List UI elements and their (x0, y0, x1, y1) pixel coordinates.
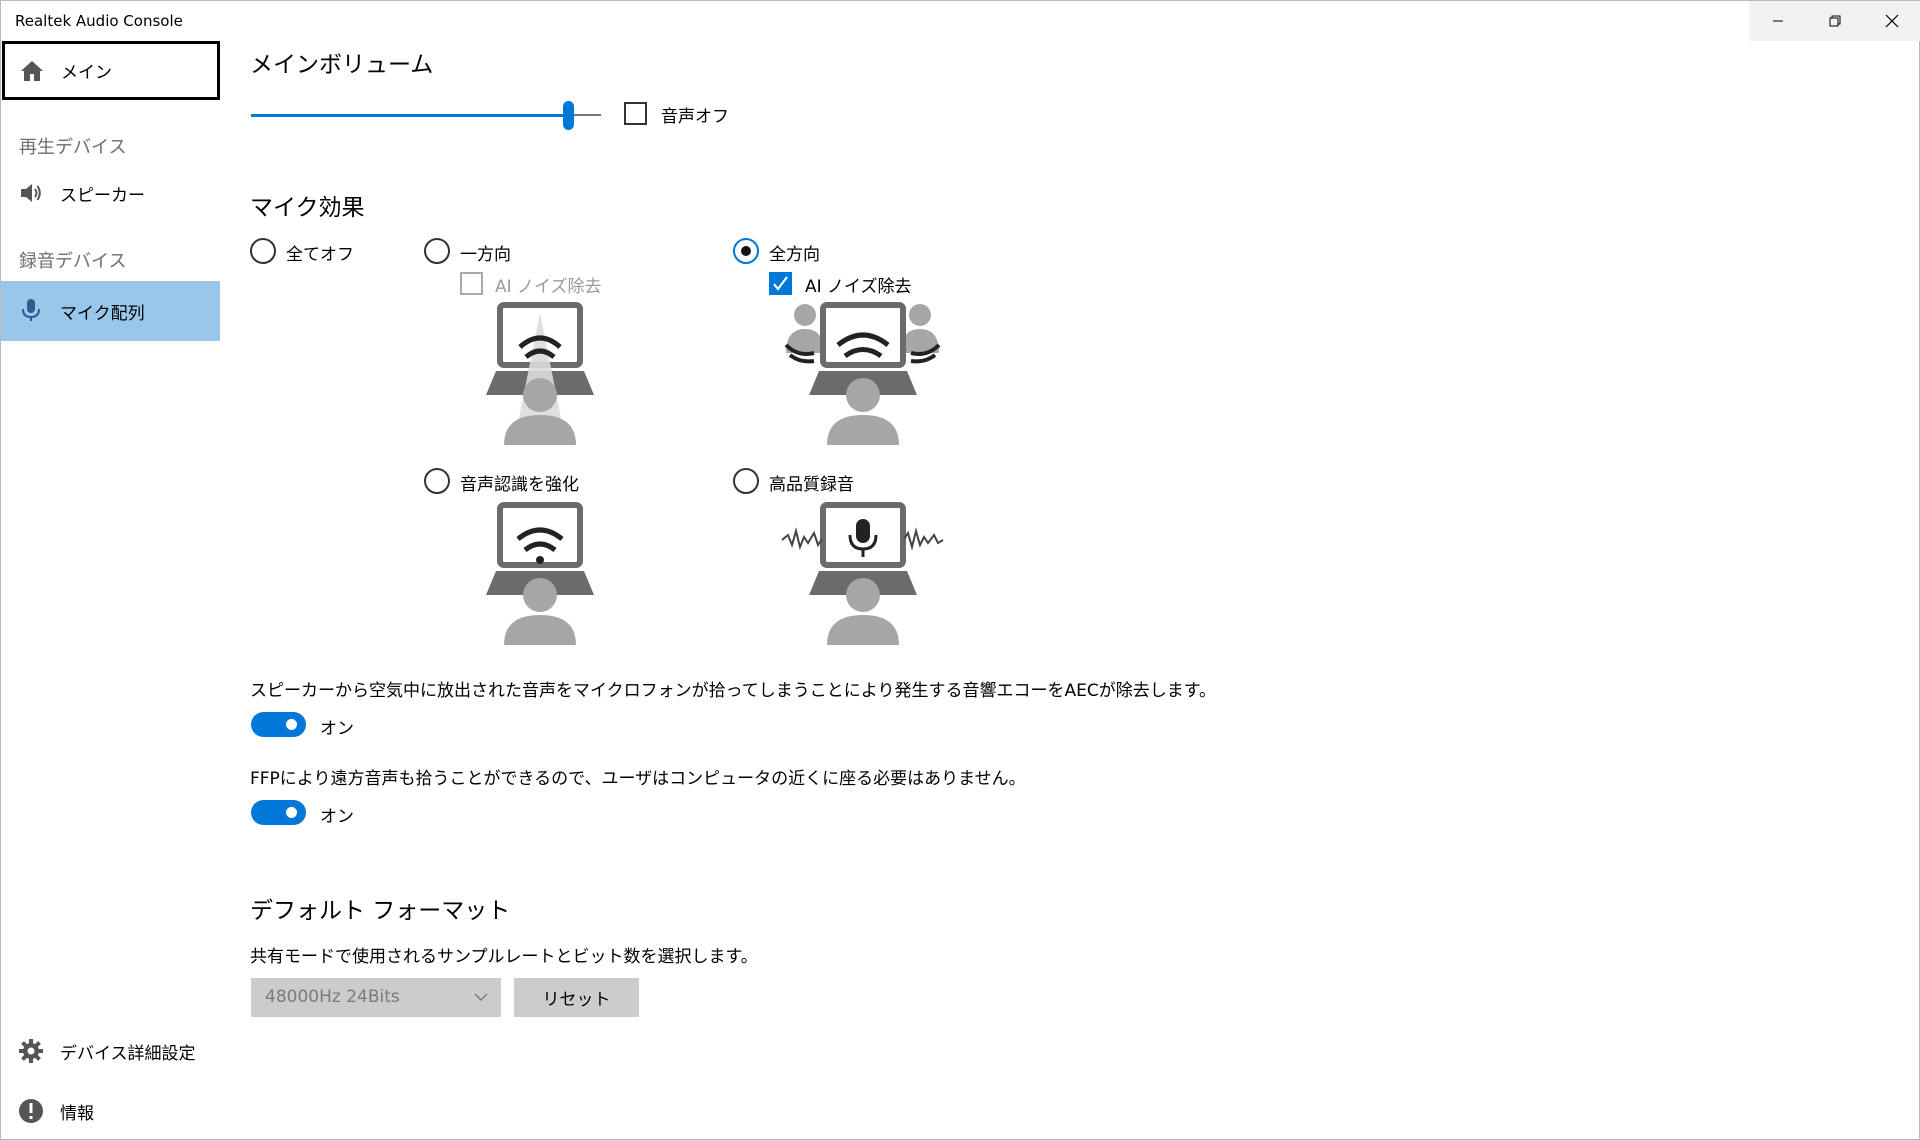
ffp-toggle[interactable] (251, 800, 306, 825)
ffp-description: FFPにより遠方音声も拾うことができるので、ユーザはコンピュータの近くに座る必要… (250, 769, 1026, 789)
directional-ai-noise-checkbox[interactable] (460, 272, 483, 295)
mic-effects-title: マイク効果 (250, 195, 365, 221)
radio-high-quality-label: 高品質録音 (769, 475, 854, 495)
slider-thumb[interactable] (563, 101, 574, 130)
aec-toggle-label: オン (320, 719, 354, 739)
mute-label: 音声オフ (661, 107, 729, 127)
speaker-icon (21, 184, 41, 202)
mute-checkbox[interactable] (624, 102, 647, 125)
format-select-value: 48000Hz 24Bits (265, 987, 400, 1007)
ffp-toggle-label: オン (320, 807, 354, 827)
title-bar: Realtek Audio Console (1, 1, 1920, 41)
sidebar: メイン 再生デバイス スピーカー 録音デバイス マイク配列 デバイス詳細設定 情… (1, 41, 220, 1139)
default-format-title: デフォルト フォーマット (250, 898, 511, 924)
sidebar-item-label: スピーカー (60, 186, 145, 206)
directional-illustration (486, 302, 594, 445)
high-quality-illustration (781, 502, 944, 645)
format-select[interactable]: 48000Hz 24Bits (251, 978, 501, 1017)
checkmark-icon (773, 276, 788, 291)
omni-illustration (784, 302, 941, 445)
minimize-icon (1772, 20, 1783, 22)
speech-enhance-illustration (486, 502, 594, 645)
radio-all-off[interactable] (250, 238, 276, 264)
omni-ai-noise-label: AI ノイズ除去 (805, 277, 912, 297)
main-volume-title: メインボリューム (250, 52, 434, 78)
radio-directional[interactable] (424, 238, 450, 264)
microphone-icon (22, 299, 40, 321)
sidebar-item-label: デバイス詳細設定 (60, 1044, 196, 1064)
sidebar-item-mic-array[interactable]: マイク配列 (1, 281, 220, 341)
radio-high-quality[interactable] (733, 468, 759, 494)
sidebar-section-playback: 再生デバイス (19, 137, 127, 158)
sidebar-item-label: メイン (61, 63, 112, 83)
omni-ai-noise-checkbox[interactable] (769, 272, 792, 295)
gear-icon (19, 1039, 43, 1063)
radio-directional-label: 一方向 (460, 245, 511, 265)
radio-speech-enhance[interactable] (424, 468, 450, 494)
restore-icon (1829, 15, 1840, 27)
chevron-down-icon (474, 993, 488, 1002)
sidebar-item-info[interactable]: 情報 (1, 1082, 220, 1140)
radio-all-off-label: 全てオフ (286, 245, 354, 265)
restore-button[interactable] (1806, 1, 1863, 41)
aec-description: スピーカーから空気中に放出された音声をマイクロフォンが拾ってしまうことにより発生… (250, 681, 1217, 701)
sidebar-item-main[interactable]: メイン (2, 41, 220, 100)
sidebar-item-label: マイク配列 (60, 303, 145, 324)
reset-button[interactable]: リセット (514, 978, 639, 1017)
radio-omni[interactable] (733, 238, 759, 264)
default-format-description: 共有モードで使用されるサンプルレートとビット数を選択します。 (250, 947, 758, 967)
home-icon (21, 61, 43, 81)
info-icon (19, 1099, 43, 1123)
radio-speech-enhance-label: 音声認識を強化 (460, 475, 579, 495)
sidebar-section-recording: 録音デバイス (19, 251, 127, 272)
directional-ai-noise-label: AI ノイズ除去 (495, 277, 602, 297)
close-icon (1885, 14, 1898, 28)
app-title: Realtek Audio Console (15, 12, 183, 30)
app-window: Realtek Audio Console メイン 再生デバイス スピーカー 録… (0, 0, 1920, 1140)
sidebar-item-advanced-settings[interactable]: デバイス詳細設定 (1, 1022, 220, 1081)
slider-track-filled (251, 114, 569, 117)
sidebar-item-label: 情報 (60, 1104, 94, 1124)
sidebar-item-speaker[interactable]: スピーカー (1, 164, 220, 223)
radio-omni-label: 全方向 (769, 245, 820, 265)
close-button[interactable] (1863, 1, 1920, 41)
minimize-button[interactable] (1749, 1, 1806, 41)
aec-toggle[interactable] (251, 712, 306, 737)
